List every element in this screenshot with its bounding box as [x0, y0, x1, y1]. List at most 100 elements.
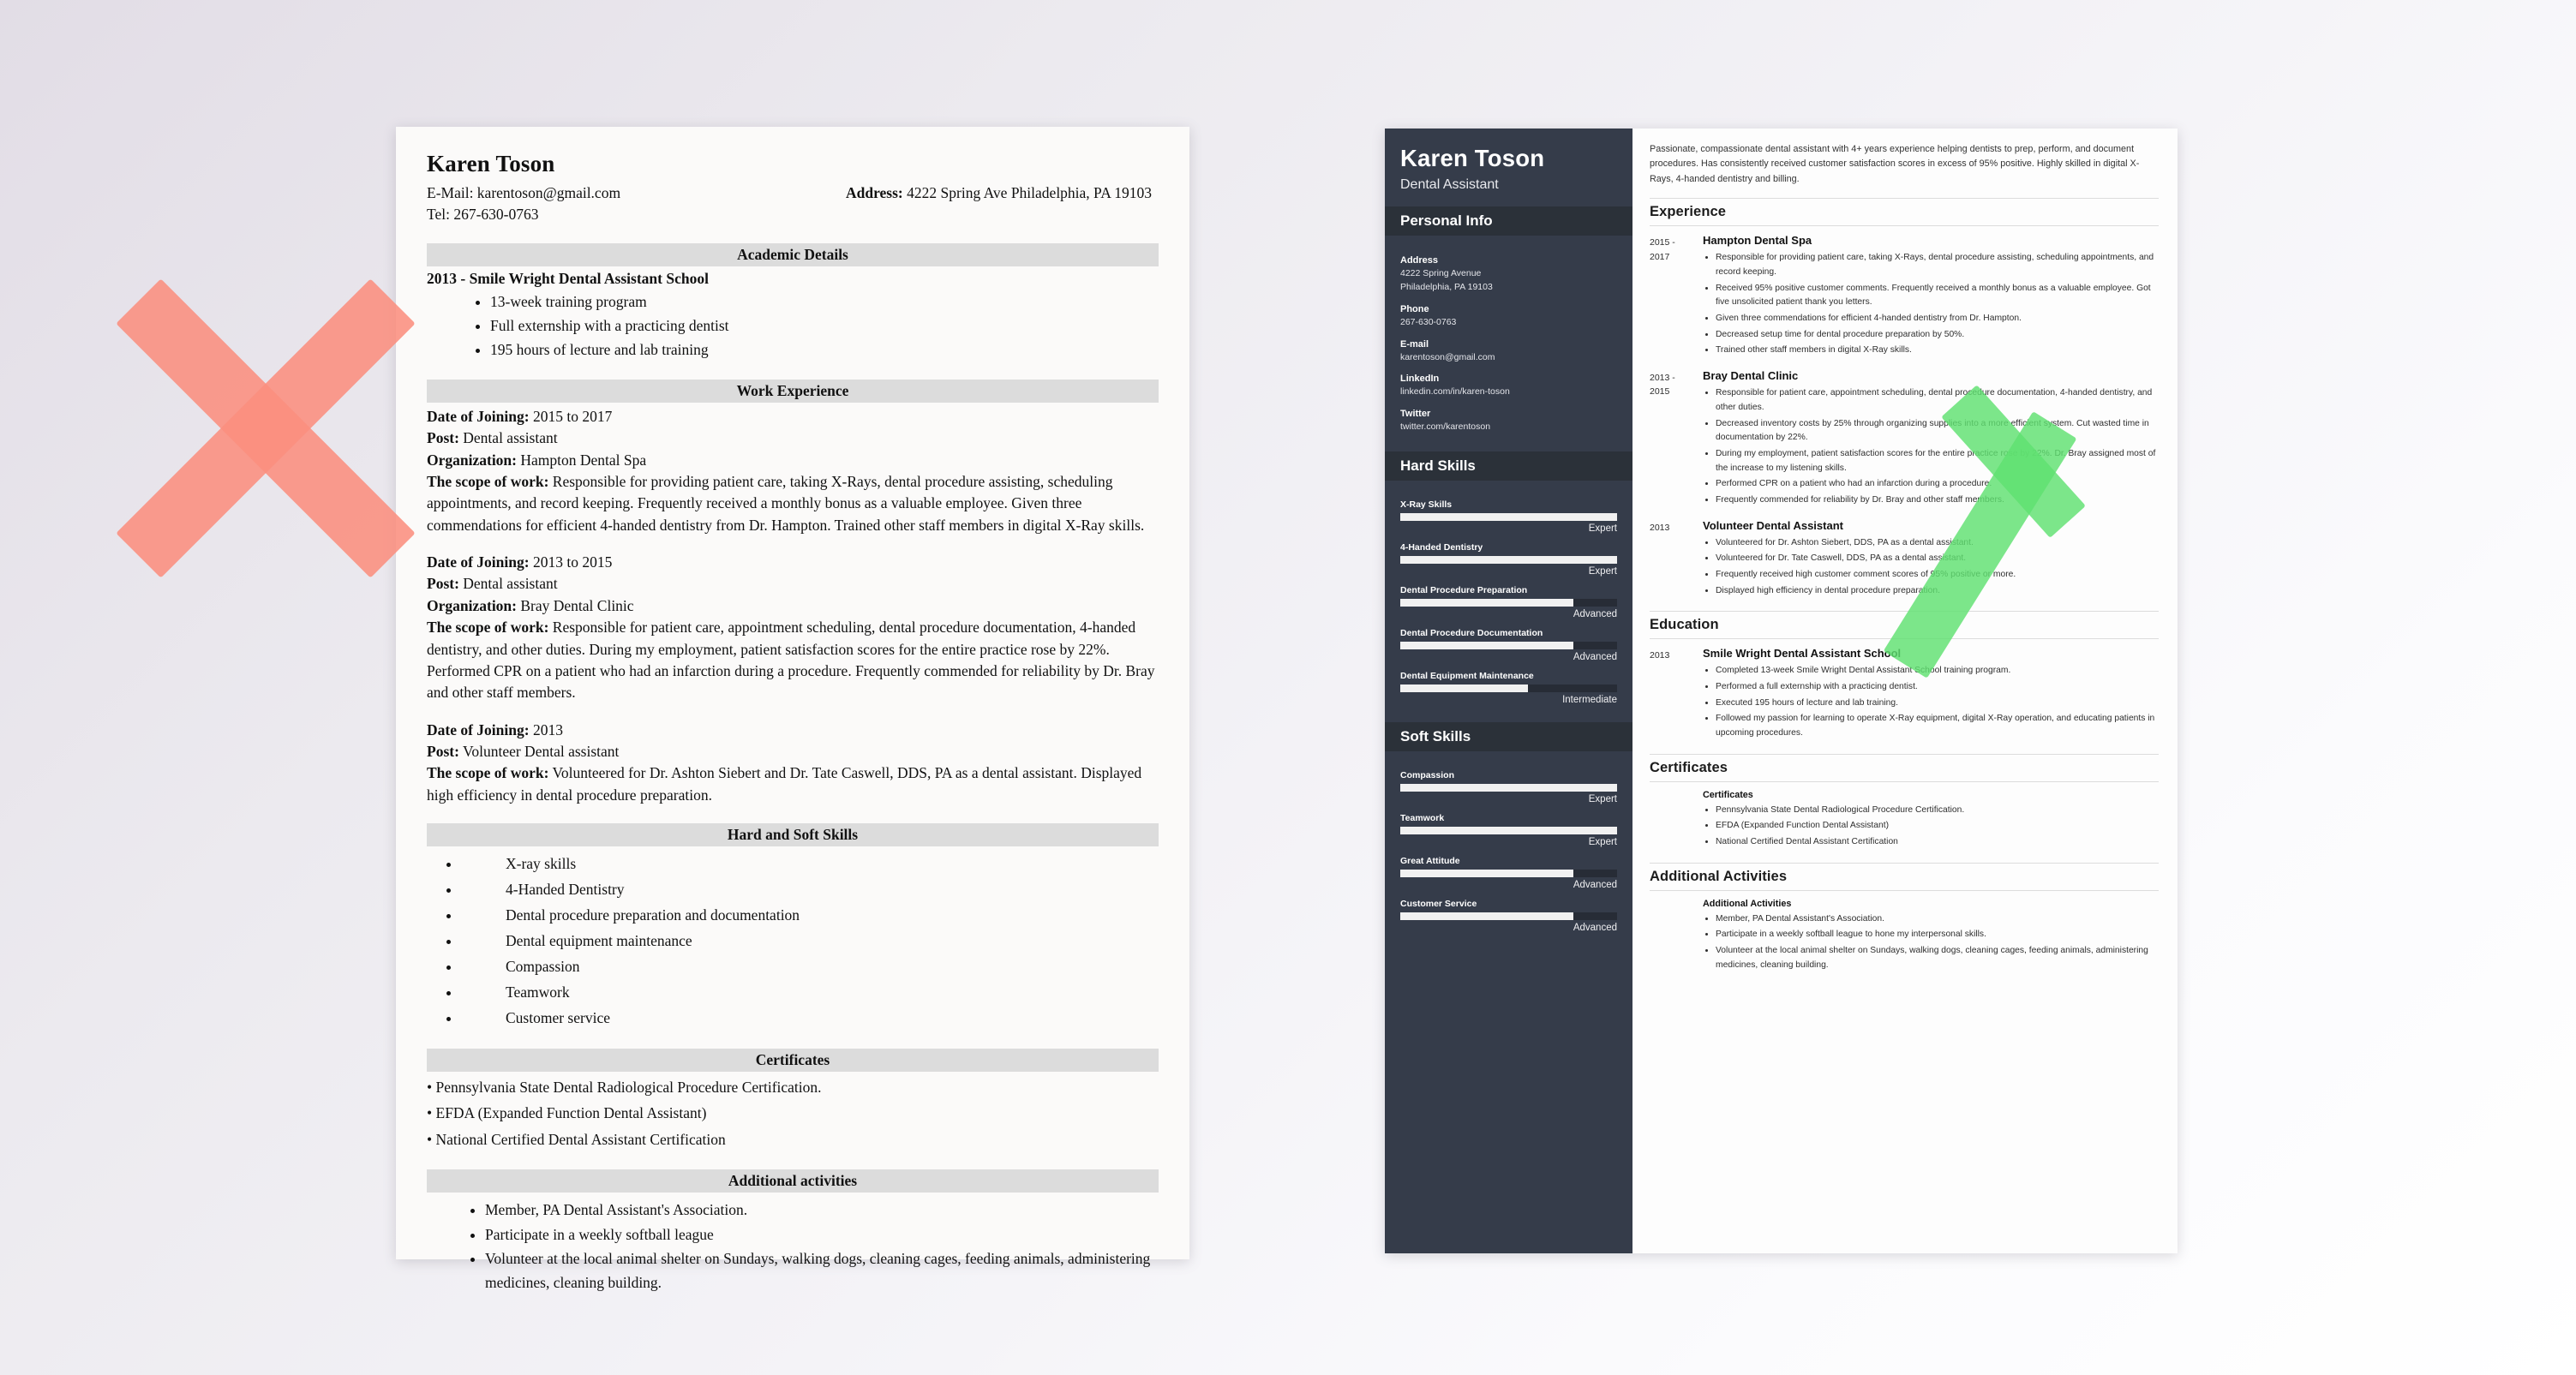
- skill-level: Expert: [1588, 836, 1617, 847]
- good-resume-card: Karen Toson Dental Assistant Personal In…: [1385, 129, 2178, 1253]
- left-email-line: E-Mail: karentoson@gmail.com: [427, 184, 621, 201]
- skill-name: Dental Procedure Preparation: [1400, 584, 1528, 595]
- right-resume-name: Karen Toson: [1400, 145, 1545, 171]
- skill-bar-track: [1400, 912, 1617, 920]
- list-item: Member, PA Dental Assistant's Associatio…: [485, 1198, 1159, 1222]
- entry-bullets: Member, PA Dental Assistant's Associatio…: [1716, 912, 2159, 973]
- left-academic-bullets: 13-week training program Full externship…: [490, 290, 1159, 362]
- list-item: Full externship with a practicing dentis…: [490, 314, 1159, 338]
- right-hard-skills-body: X-Ray Skills Expert 4-Handed Dentistry E…: [1385, 481, 1632, 722]
- skill-bar-track: [1400, 783, 1617, 792]
- skill-level: Expert: [1588, 565, 1617, 577]
- list-item: Displayed high efficiency in dental proc…: [1716, 584, 2159, 599]
- left-job1-post-value: Dental assistant: [463, 575, 558, 593]
- skill-bar-track: [1400, 555, 1617, 564]
- left-address-line: Address: 4222 Spring Ave Philadelphia, P…: [846, 182, 1159, 204]
- list-item: Completed 13-week Smile Wright Dental As…: [1716, 664, 2159, 679]
- skill-level: Intermediate: [1562, 694, 1617, 705]
- experience-entry: 2013 - 2015 Bray Dental Clinic Responsib…: [1650, 369, 2159, 509]
- skill-bar-fill: [1400, 512, 1617, 521]
- personal-info-item: Address 4222 Spring Avenue Philadelphia,…: [1400, 255, 1617, 295]
- list-item: • EFDA (Expanded Function Dental Assista…: [427, 1104, 707, 1122]
- left-skills-list: X-ray skills 4-Handed Dentistry Dental p…: [461, 852, 1159, 1031]
- education-entry: 2013 Smile Wright Dental Assistant Schoo…: [1650, 647, 2159, 742]
- right-resume-job-title: Dental Assistant: [1400, 177, 1499, 193]
- skill-meter: Great Attitude Advanced: [1400, 856, 1617, 890]
- entry-body: Volunteer Dental Assistant Volunteered f…: [1703, 519, 2159, 601]
- personal-info-item: LinkedIn linkedin.com/in/karen-toson: [1400, 374, 1617, 399]
- list-item: Decreased setup time for dental procedur…: [1716, 328, 2159, 343]
- list-item: Customer service: [461, 1006, 1159, 1031]
- list-item: • National Certified Dental Assistant Ce…: [427, 1131, 726, 1149]
- list-item: Volunteer at the local animal shelter on…: [485, 1246, 1159, 1295]
- list-item: National Certified Dental Assistant Cert…: [1716, 835, 2159, 850]
- entry-date: 2013: [1650, 522, 1670, 533]
- skill-bar-fill: [1400, 869, 1574, 877]
- right-section-personal-info: Personal Info: [1385, 206, 1632, 236]
- left-job2-date-label: Date of Joining:: [427, 720, 530, 738]
- left-job1-org-value: Bray Dental Clinic: [520, 596, 634, 614]
- left-job-entry: Date of Joining: 2015 to 2017 Post: Dent…: [427, 406, 1159, 536]
- skill-bar-track: [1400, 641, 1617, 649]
- entry-title: Smile Wright Dental Assistant School: [1703, 647, 1902, 661]
- left-certificates-list: • Pennsylvania State Dental Radiological…: [427, 1075, 1159, 1153]
- left-job0-org-label: Organization:: [427, 451, 517, 469]
- entry-bullets: Responsible for patient care, appointmen…: [1716, 386, 2159, 507]
- left-section-work-experience: Work Experience: [427, 379, 1159, 403]
- red-x-mark-icon: [86, 248, 446, 608]
- skill-bar-track: [1400, 826, 1617, 834]
- list-item: Decreased inventory costs by 25% through…: [1716, 417, 2159, 445]
- left-job2-post-value: Volunteer Dental assistant: [462, 743, 620, 761]
- left-job0-post-value: Dental assistant: [463, 429, 558, 447]
- right-section-hard-skills: Hard Skills: [1385, 451, 1632, 481]
- left-job0-post-label: Post:: [427, 429, 459, 447]
- entry-body: Additional Activities Member, PA Dental …: [1703, 899, 2159, 975]
- skill-meter: Dental Equipment Maintenance Intermediat…: [1400, 671, 1617, 705]
- list-item: Given three commendations for efficient …: [1716, 312, 2159, 326]
- right-section-soft-skills: Soft Skills: [1385, 721, 1632, 751]
- entry-title: Volunteer Dental Assistant: [1703, 518, 1843, 532]
- personal-info-label: Phone: [1400, 303, 1429, 314]
- right-summary: Passionate, compassionate dental assista…: [1650, 144, 2140, 184]
- left-job0-date-value: 2015 to 2017: [532, 407, 613, 425]
- skill-level: Advanced: [1573, 879, 1617, 890]
- left-job0-scope-label: The scope of work:: [427, 472, 549, 490]
- right-section-additional-activities: Additional Activities: [1650, 862, 2159, 891]
- right-sidebar-header: Karen Toson Dental Assistant: [1385, 129, 1632, 206]
- skill-bar-track: [1400, 684, 1617, 692]
- right-section-education: Education: [1650, 611, 2159, 640]
- entry-date: [1650, 899, 1703, 975]
- left-activities-list: Member, PA Dental Assistant's Associatio…: [485, 1198, 1159, 1294]
- skill-level: Expert: [1588, 523, 1617, 534]
- left-academic-entry-heading: 2013 - Smile Wright Dental Assistant Sch…: [427, 269, 709, 287]
- left-contact-left: E-Mail: karentoson@gmail.com Tel: 267-63…: [427, 182, 620, 226]
- skill-bar-fill: [1400, 912, 1574, 920]
- entry-subtitle: Additional Activities: [1703, 898, 1792, 909]
- list-item: Pennsylvania State Dental Radiological P…: [1716, 804, 2159, 818]
- entry-date: [1650, 790, 1703, 852]
- left-job1-org-label: Organization:: [427, 596, 517, 614]
- list-item: 195 hours of lecture and lab training: [490, 338, 1159, 362]
- skill-meter: Dental Procedure Documentation Advanced: [1400, 628, 1617, 662]
- left-job-entry: Date of Joining: 2013 Post: Volunteer De…: [427, 720, 1159, 807]
- list-item: Volunteered for Dr. Tate Caswell, DDS, P…: [1716, 552, 2159, 566]
- left-job1-date-label: Date of Joining:: [427, 553, 530, 571]
- entry-body: Bray Dental Clinic Responsible for patie…: [1703, 369, 2159, 509]
- skill-bar-track: [1400, 598, 1617, 607]
- skill-name: Teamwork: [1400, 812, 1445, 823]
- left-job2-scope-label: The scope of work:: [427, 764, 549, 782]
- list-item: Frequently commended for reliability by …: [1716, 493, 2159, 508]
- skill-bar-fill: [1400, 641, 1574, 649]
- skill-meter: 4-Handed Dentistry Expert: [1400, 542, 1617, 577]
- personal-info-value: linkedin.com/in/karen-toson: [1400, 386, 1510, 398]
- skill-name: 4-Handed Dentistry: [1400, 541, 1483, 553]
- skill-level: Advanced: [1573, 651, 1617, 662]
- list-item: Volunteer at the local animal shelter on…: [1716, 944, 2159, 972]
- left-resume-name: Karen Toson: [427, 151, 555, 176]
- list-item: Dental procedure preparation and documen…: [461, 903, 1159, 929]
- skill-name: Dental Equipment Maintenance: [1400, 670, 1534, 681]
- entry-bullets: Pennsylvania State Dental Radiological P…: [1716, 804, 2159, 850]
- list-item: Responsible for providing patient care, …: [1716, 251, 2159, 279]
- bad-resume-card: Karen Toson E-Mail: karentoson@gmail.com…: [396, 127, 1189, 1291]
- list-item: 4-Handed Dentistry: [461, 877, 1159, 903]
